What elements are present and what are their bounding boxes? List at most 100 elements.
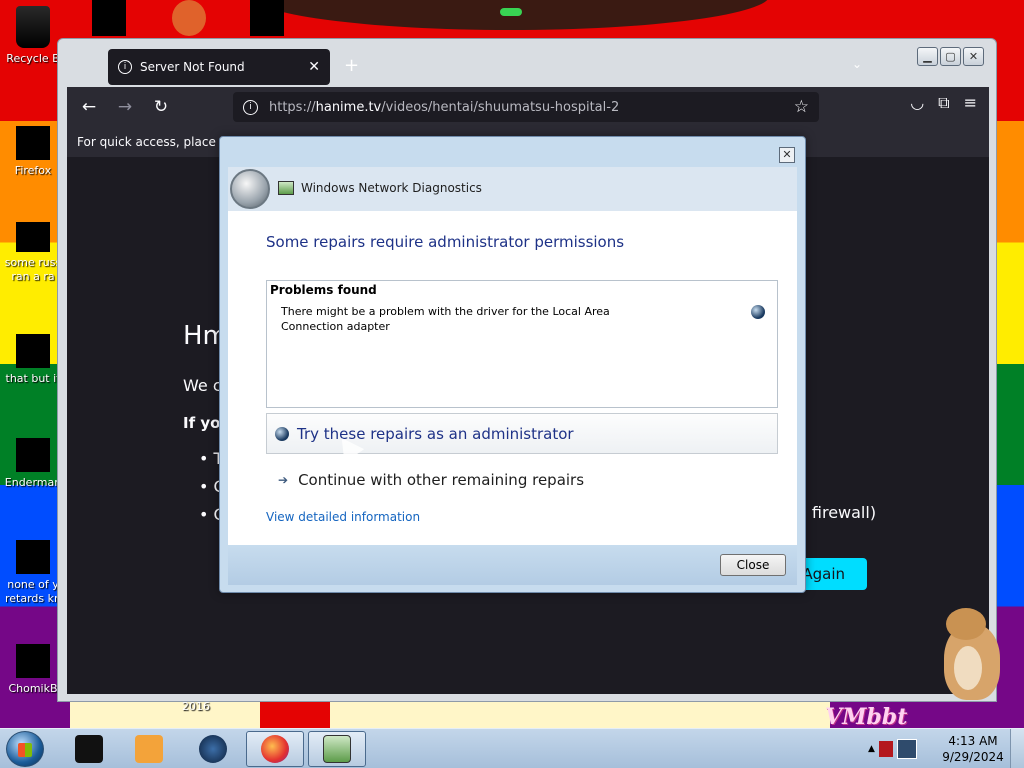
desktop-top-icon[interactable] (250, 0, 284, 36)
toolbar-right: ◡ ⧉ ≡ (910, 93, 977, 113)
address-bar[interactable]: i https://hanime.tv/videos/hentai/shuuma… (233, 92, 819, 122)
media-player-icon (135, 735, 163, 763)
firefox-icon (16, 126, 50, 160)
desktop-icon-label: Firefox (14, 164, 52, 177)
tab-bar: i Server Not Found ✕ + ⌄ ▁ ▢ ✕ (66, 47, 988, 87)
problems-found-box: Problems found There might be a problem … (266, 280, 778, 408)
wallpaper-eye (500, 8, 522, 16)
taskbar-item-media-player[interactable] (120, 731, 178, 767)
back-button[interactable]: ← (75, 93, 103, 121)
desktop-icon-label: some russ ran a ra (4, 256, 62, 283)
network-diagnostics-icon (323, 735, 351, 763)
desktop-wallpaper-shape (250, 0, 770, 30)
network-diagnostics-icon (278, 181, 294, 195)
tab-title: Server Not Found (140, 60, 245, 74)
window-controls: ▁ ▢ ✕ (917, 47, 984, 66)
pocket-icon[interactable]: ◡ (910, 93, 924, 113)
desktop-icon-chomik[interactable]: ChomikB (2, 644, 64, 696)
show-desktop-button[interactable] (1010, 729, 1024, 768)
hamster-belly (954, 646, 982, 690)
info-icon: i (118, 60, 132, 74)
dialog-footer: Close (228, 545, 797, 585)
recycle-bin-icon (16, 6, 50, 48)
wallpaper-stripe (260, 700, 330, 728)
taskbar-item[interactable] (60, 731, 118, 767)
wallpaper-watermark: VMbbt (825, 704, 908, 728)
error-line: We c (183, 376, 222, 395)
reload-button[interactable]: ↻ (147, 93, 175, 121)
desktop-icon-enderman[interactable]: Enderman (2, 438, 64, 490)
taskbar: ▲ 4:13 AM 9/29/2024 (0, 728, 1024, 768)
forward-button[interactable]: → (111, 93, 139, 121)
windows-logo-icon (18, 743, 32, 757)
desktop-icon-file[interactable]: that but it (2, 334, 64, 386)
hamster-image-icon (16, 644, 50, 678)
taskbar-item-globe[interactable] (184, 731, 242, 767)
desktop-icon-label: ChomikB (8, 682, 58, 695)
back-arrow-icon[interactable] (230, 169, 270, 209)
problems-found-title: Problems found (270, 283, 377, 297)
clock-date: 9/29/2024 (942, 750, 1004, 764)
menu-icon[interactable]: ≡ (964, 93, 977, 113)
taskbar-item-firefox[interactable] (246, 731, 304, 767)
url-host: hanime.tv (315, 99, 382, 115)
dialog-heading: Some repairs require administrator permi… (266, 233, 625, 251)
desktop-icon-label: Recycle B (6, 52, 60, 65)
view-detailed-information-link[interactable]: View detailed information (266, 510, 420, 524)
document-icon (16, 334, 50, 368)
taskbar-item-network-diagnostics[interactable] (308, 731, 366, 767)
clock[interactable]: 4:13 AM 9/29/2024 (938, 733, 1008, 765)
dialog-header: Windows Network Diagnostics (228, 167, 797, 211)
continue-other-repairs-button[interactable]: ➔ Continue with other remaining repairs (266, 467, 584, 493)
globe-icon (199, 735, 227, 763)
desktop-icon-recycle-bin[interactable]: Recycle B (2, 6, 64, 66)
hamster-head (946, 608, 986, 640)
tray-expand-icon[interactable]: ▲ (868, 744, 875, 754)
arrow-right-icon: ➔ (278, 473, 289, 487)
close-tab-icon[interactable]: ✕ (308, 59, 320, 75)
close-button[interactable]: Close (720, 554, 786, 576)
tab-server-not-found[interactable]: i Server Not Found ✕ (108, 49, 330, 85)
desktop-icon-label: none of y retards kn (5, 578, 61, 605)
dialog-close-icon[interactable]: ✕ (779, 147, 795, 163)
document-icon (16, 222, 50, 252)
wallpaper-bottom-art: 2016 (70, 700, 830, 728)
clock-time: 4:13 AM (948, 734, 998, 748)
site-info-icon[interactable]: i (243, 99, 258, 115)
problem-description: There might be a problem with the driver… (281, 305, 610, 333)
desktop-icon-label: Enderman (4, 476, 62, 489)
network-icon[interactable] (896, 739, 917, 759)
system-tray: ▲ (862, 731, 932, 767)
maximize-button[interactable]: ▢ (940, 47, 961, 66)
desktop-icon-firefox[interactable]: Firefox (2, 126, 64, 178)
desktop-top-icon[interactable] (92, 0, 126, 36)
tab-list-chevron-icon[interactable]: ⌄ (852, 57, 862, 71)
desktop-icon-label: that but it (5, 372, 61, 385)
bookmark-star-icon[interactable]: ☆ (794, 97, 809, 117)
minimize-button[interactable]: ▁ (917, 47, 938, 66)
desktop-top-icon[interactable] (172, 0, 206, 36)
navigation-toolbar: ← → ↻ i https://hanime.tv/videos/hentai/… (67, 87, 989, 127)
close-window-button[interactable]: ✕ (963, 47, 984, 66)
url-scheme: https:// (269, 99, 316, 115)
error-firewall-text: a firewall) (797, 503, 877, 522)
black-box-icon (75, 735, 103, 763)
document-icon (16, 540, 50, 574)
admin-shield-icon (275, 426, 289, 441)
url-path: /videos/hentai/shuumatsu-hospital-2 (381, 99, 620, 115)
start-button[interactable] (6, 731, 44, 767)
new-tab-button[interactable]: + (344, 55, 359, 76)
flag-icon[interactable] (878, 741, 893, 757)
admin-shield-icon (751, 305, 765, 319)
extensions-icon[interactable]: ⧉ (938, 93, 949, 113)
repair-other-label: Continue with other remaining repairs (298, 471, 585, 489)
dialog-body: Some repairs require administrator permi… (228, 211, 797, 545)
dialog-title: Windows Network Diagnostics (301, 181, 482, 195)
application-icon (16, 438, 50, 472)
network-diagnostics-dialog: ✕ Windows Network Diagnostics Some repai… (219, 136, 806, 593)
firefox-icon (261, 735, 289, 763)
desktop-icon-file[interactable]: none of y retards kn (2, 540, 64, 606)
hamster-image (940, 606, 1002, 702)
desktop-icon-file[interactable]: some russ ran a ra (2, 222, 64, 284)
bookmarks-hint: For quick access, place you (77, 135, 242, 149)
